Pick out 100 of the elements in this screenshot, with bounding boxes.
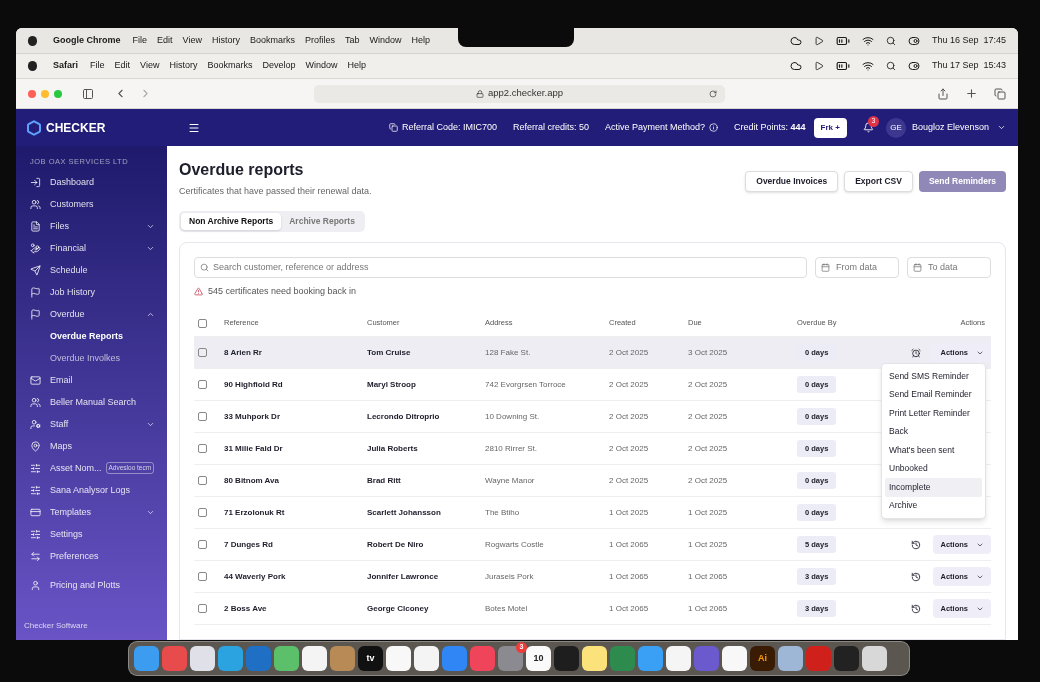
menu-item[interactable]: Edit [114,59,131,73]
menu-item[interactable]: History [211,33,240,48]
checkbox[interactable] [198,476,207,485]
sidebar-item[interactable]: Maps [16,435,167,458]
checkbox[interactable] [198,604,207,613]
checkbox[interactable] [198,412,207,421]
checkbox[interactable] [198,572,207,581]
menu-item[interactable]: Help [411,33,430,48]
toolbar-button[interactable]: Export CSV [844,171,913,192]
menu-option[interactable]: Archive [885,496,982,515]
menu-option[interactable]: Print Letter Reminder [885,404,982,423]
sidebar-item[interactable]: Settings [16,523,167,546]
app-icon[interactable] [582,646,607,671]
app-icon[interactable]: Ai [750,646,775,671]
sidebar-item[interactable]: Beller Manual Search [16,391,167,414]
app-icon[interactable] [302,646,327,671]
menu-item[interactable]: Tab [344,33,360,48]
sidebar-item[interactable]: Email [16,369,167,392]
new-tab-icon[interactable] [965,87,978,100]
copy-icon[interactable] [388,123,398,132]
chevron-icon[interactable] [997,123,1006,132]
bell-icon[interactable] [862,122,874,133]
sidebar-item[interactable]: Staff [16,413,167,436]
checkbox[interactable] [198,380,207,389]
history-icon[interactable] [911,571,922,582]
checkbox[interactable] [198,444,207,453]
menu-item[interactable]: History [169,59,198,73]
sidebar-item[interactable]: Financial [16,237,167,260]
search-icon[interactable] [885,61,896,71]
menu-option[interactable]: Incomplete [885,478,982,497]
menu-item[interactable]: View [140,59,160,73]
sidebar-item[interactable]: Overdue [16,303,167,326]
sidebar-icon[interactable] [82,87,94,100]
checkbox[interactable] [198,540,207,549]
app-icon[interactable]: 10 [526,646,551,671]
history-icon[interactable] [911,539,922,550]
checkbox[interactable] [198,348,207,357]
share-icon[interactable] [937,87,949,100]
battery-icon[interactable] [835,59,850,73]
plan-button[interactable]: Frk + [813,117,847,138]
sidebar-item[interactable]: Schedule [16,259,167,282]
menu-item[interactable]: Edit [157,33,173,48]
control-center-icon[interactable] [907,60,920,72]
menu-item[interactable]: Window [305,59,338,73]
sidebar-item[interactable]: Job History [16,281,167,304]
address-bar[interactable]: app2.checker.app [314,84,725,103]
menu-item[interactable]: File [90,59,105,73]
sidebar-item[interactable]: Templates [16,501,167,524]
menu-item[interactable]: View [182,33,202,48]
app-icon[interactable] [386,646,411,671]
toolbar-button[interactable]: Overdue Invoices [745,171,839,192]
search-icon[interactable] [885,35,896,46]
sidebar-subitem[interactable]: Overdue Involkes [16,347,167,370]
wifi-icon[interactable] [861,34,874,47]
app-icon[interactable] [862,646,887,671]
app-name[interactable]: Safari [53,59,78,73]
wifi-icon[interactable] [861,60,874,72]
menu-item[interactable]: Help [347,59,366,73]
menu-item[interactable]: File [132,33,148,48]
play-icon[interactable] [813,35,824,46]
close-button[interactable] [28,89,36,98]
menu-option[interactable]: What's been sent [885,441,982,460]
control-center-icon[interactable] [907,34,920,47]
app-icon[interactable] [190,646,215,671]
menu-item[interactable]: Profiles [304,33,335,48]
sidebar-item[interactable]: Pricing and Plotts [16,574,167,597]
info-icon[interactable] [709,123,719,132]
app-icon[interactable] [274,646,299,671]
sidebar-item[interactable]: Preferences [16,545,167,568]
date-field[interactable]: To data [907,256,991,278]
app-name[interactable]: Google Chrome [53,33,121,48]
clock-icon[interactable] [911,347,922,358]
menu-option[interactable]: Send SMS Reminder [885,367,982,386]
menu-item[interactable]: Bookmarks [207,59,253,73]
sidebar-item[interactable]: Customers [16,193,167,216]
menu-icon[interactable] [188,121,201,134]
play-icon[interactable] [813,61,824,71]
checkbox[interactable] [198,318,207,328]
avatar[interactable]: GE [885,117,906,138]
cloud-icon[interactable] [789,34,802,47]
history-icon[interactable] [911,603,922,614]
app-icon[interactable] [722,646,747,671]
app-icon[interactable] [778,646,803,671]
reload-icon[interactable] [709,89,717,98]
user-name[interactable]: Bougloz Elevenson [911,120,989,135]
sidebar-item[interactable]: Dashboard [16,171,167,194]
sidebar-item[interactable]: Files [16,215,167,238]
search-field[interactable]: Search customer, reference or address [194,256,807,278]
sidebar-subitem[interactable]: Overdue Reports [16,325,167,348]
tab[interactable]: Archive Reports [281,212,363,230]
sidebar-item[interactable]: Sana Analysor Logs [16,479,167,502]
app-icon[interactable] [414,646,439,671]
cloud-icon[interactable] [789,60,802,72]
tab[interactable]: Non Archive Reports [181,212,282,230]
tabs-icon[interactable] [994,87,1006,100]
app-icon[interactable]: tv [358,646,383,671]
checkbox[interactable] [198,508,207,517]
menu-item[interactable]: Develop [262,59,296,73]
menu-option[interactable]: Send Email Reminder [885,385,982,404]
menu-item[interactable]: Bookmarks [249,33,295,48]
